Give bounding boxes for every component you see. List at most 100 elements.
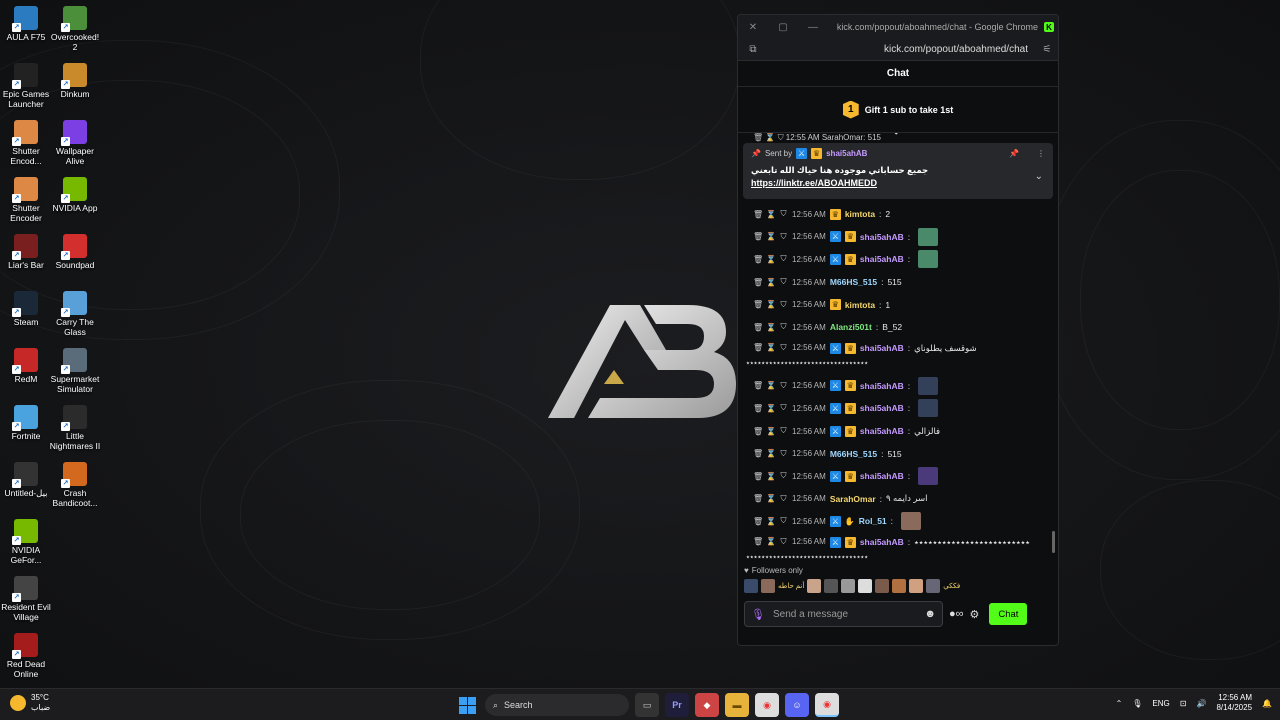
avatar[interactable] [875, 579, 890, 593]
pin-collapse-icon[interactable]: ⏷ [892, 133, 901, 140]
site-info-icon[interactable]: ⧉ [738, 44, 768, 55]
url-text[interactable]: kick.com/popout/aboahmed/chat [768, 44, 1036, 55]
emote-image[interactable] [901, 512, 922, 531]
chrome-icon[interactable]: ◉ [755, 693, 779, 717]
desktop-shortcut[interactable]: ↗ Fortnite [0, 403, 52, 460]
unpin-icon[interactable]: 📌 [1009, 149, 1019, 158]
timeout-icon[interactable]: ⌛ [766, 232, 776, 241]
chat-username[interactable]: shai5ahAB [860, 403, 904, 413]
chat-username[interactable]: M66HS_515 [830, 277, 877, 287]
points-icon[interactable]: ●∞ [949, 608, 964, 620]
desktop-shortcut[interactable]: ↗ Shutter Encod... [0, 118, 52, 175]
timeout-icon[interactable]: ⌛ [766, 300, 776, 309]
emote-image[interactable] [918, 467, 939, 486]
premiere-icon[interactable]: Pr [665, 693, 689, 717]
desktop-shortcut[interactable]: ↗ Wallpaper Alive [49, 118, 101, 175]
chat-message[interactable]: 🗑 ⌛ ⛉ 12:56 AM M66HS_515:515 [738, 271, 1058, 294]
ban-icon[interactable]: ⛉ [779, 426, 788, 436]
chat-username[interactable]: shai5ahAB [860, 471, 904, 481]
delete-icon[interactable]: 🗑 [753, 494, 763, 503]
pinned-link[interactable]: https://linktr.ee/ABOAHMEDD [751, 178, 1045, 188]
minimize-window-icon[interactable]: — [798, 22, 828, 33]
delete-icon[interactable]: 🗑 [753, 323, 763, 332]
avatar[interactable] [744, 579, 758, 593]
desktop-shortcut[interactable]: ↗ Red Dead Online [0, 631, 52, 688]
chat-username[interactable]: Rol_51 [859, 516, 887, 526]
avatar[interactable] [858, 579, 873, 593]
timeout-icon[interactable]: ⌛ [766, 494, 776, 503]
chat-message[interactable]: 🗑 ⌛ ⛉ 12:56 AM ⚔ ♛ shai5ahAB: [738, 397, 1058, 420]
delete-icon[interactable]: 🗑 [753, 278, 763, 287]
delete-icon[interactable]: 🗑 [753, 537, 763, 546]
delete-icon[interactable]: 🗑 [753, 427, 763, 436]
emote-image[interactable] [918, 250, 939, 269]
delete-icon[interactable]: 🗑 [753, 404, 763, 413]
chat-username[interactable]: shai5ahAB [860, 381, 904, 391]
maximize-window-icon[interactable]: ▢ [768, 22, 798, 33]
microphone-icon[interactable]: 🎙 [751, 608, 765, 621]
language-indicator[interactable]: ENG [1152, 699, 1169, 708]
chat-message[interactable]: 🗑 ⌛ ⛉ 12:56 AM SarahOmar: اسر دايمه ٩ [738, 488, 1058, 511]
clock[interactable]: 12:56 AM 8/14/2025 [1216, 693, 1252, 713]
timeout-icon[interactable]: ⌛ [766, 381, 776, 390]
desktop-shortcut[interactable]: ↗ Soundpad [49, 232, 101, 289]
chat-username[interactable]: Alanzi501t [830, 322, 872, 332]
timeout-icon[interactable]: ⌛ [766, 517, 776, 526]
weather-widget[interactable]: 35°C ضباب [10, 693, 50, 713]
chat-username[interactable]: shai5ahAB [860, 254, 904, 264]
desktop-shortcut[interactable]: ↗ Steam [0, 289, 52, 346]
ban-icon[interactable]: ⛉ [779, 300, 788, 310]
desktop-shortcut[interactable]: ↗ Dinkum [49, 61, 101, 118]
message-input[interactable]: 🎙 Send a message ☻ [744, 601, 943, 627]
chat-message[interactable]: 🗑 ⌛ ⛉ 12:56 AM ⚔ ✋ Rol_51: [738, 510, 1058, 533]
file-explorer-icon[interactable]: ▬ [725, 693, 749, 717]
chat-username[interactable]: SarahOmar [830, 494, 876, 504]
notification-icon[interactable]: 🔔 [1262, 699, 1272, 708]
avatar[interactable] [824, 579, 839, 593]
chat-message[interactable]: 🗑 ⌛ ⛉ 12:56 AM M66HS_515:515 [738, 442, 1058, 465]
discord-icon[interactable]: ☺ [785, 693, 809, 717]
chat-message[interactable]: 🗑 ⌛ ⛉ 12:56 AM ⚔ ♛ shai5ahAB: [738, 465, 1058, 488]
emote-image[interactable] [918, 376, 939, 395]
desktop-shortcut[interactable]: ↗ NVIDIA GeFor... [0, 517, 52, 574]
emoji-icon[interactable]: ☻ [924, 608, 936, 620]
search-box[interactable]: ⌕ Search [485, 694, 629, 716]
gear-icon[interactable]: ⚙ [970, 608, 980, 621]
avatar[interactable] [926, 579, 941, 593]
chat-username[interactable]: shai5ahAB [860, 426, 904, 436]
delete-icon[interactable]: 🗑 [753, 300, 763, 309]
ban-icon[interactable]: ⛉ [779, 254, 788, 264]
emote-image[interactable] [918, 399, 939, 418]
timeout-icon[interactable]: ⌛ [766, 472, 776, 481]
delete-icon[interactable]: 🗑 [753, 517, 763, 526]
chat-message[interactable]: 🗑 ⌛ ⛉ 12:56 AM ♛ kimtota:1 [738, 293, 1058, 316]
timeout-icon[interactable]: ⌛ [766, 404, 776, 413]
more-options-icon[interactable]: ⋮ [1037, 149, 1045, 158]
timeout-icon[interactable]: ⌛ [766, 255, 776, 264]
desktop-shortcut[interactable]: ↗ Little Nightmares II [49, 403, 101, 460]
delete-icon[interactable]: 🗑 [753, 210, 763, 219]
ban-icon[interactable]: ⛉ [779, 471, 788, 481]
chat-message[interactable]: 🗑 ⌛ ⛉ 12:56 AM ⚔ ♛ shai5ahAB: [738, 226, 1058, 249]
send-chat-button[interactable]: Chat [989, 603, 1028, 625]
ban-icon[interactable]: ⛉ [779, 322, 788, 332]
avatar[interactable] [807, 579, 822, 593]
timeout-icon[interactable]: ⌛ [766, 427, 776, 436]
desktop-shortcut[interactable]: ↗ Liar's Bar [0, 232, 52, 289]
chat-messages-area[interactable]: 🗑 ⌛ ⛉ 12:55 AM SarahOmar: 515 ⏷ 📌 Sent b… [738, 133, 1058, 563]
ban-icon[interactable]: ⛉ [779, 277, 788, 287]
chevron-up-icon[interactable]: ⌃ [1116, 699, 1123, 708]
chat-scrollbar[interactable] [1052, 531, 1055, 553]
ban-icon[interactable]: ⛉ [779, 494, 788, 504]
avatar[interactable] [761, 579, 775, 593]
desktop-shortcut[interactable]: ↗ Shutter Encoder [0, 175, 52, 232]
chat-message[interactable]: 🗑 ⌛ ⛉ 12:56 AM ⚔ ♛ shai5ahAB: شوقسف يطلوناي ٭٭٭٭… [738, 339, 1058, 375]
timeout-icon[interactable]: ⌛ [766, 343, 776, 352]
timeout-icon[interactable]: ⌛ [766, 323, 776, 332]
chat-username[interactable]: shai5ahAB [860, 232, 904, 242]
delete-icon[interactable]: 🗑 [753, 449, 763, 458]
gift-leaderboard[interactable]: 1 Gift 1 sub to take 1st [738, 87, 1058, 133]
network-icon[interactable]: ⊡ [1180, 699, 1187, 708]
ban-icon[interactable]: ⛉ [779, 343, 788, 353]
desktop-shortcut[interactable]: ↗ Untitled-بيل [0, 460, 52, 517]
